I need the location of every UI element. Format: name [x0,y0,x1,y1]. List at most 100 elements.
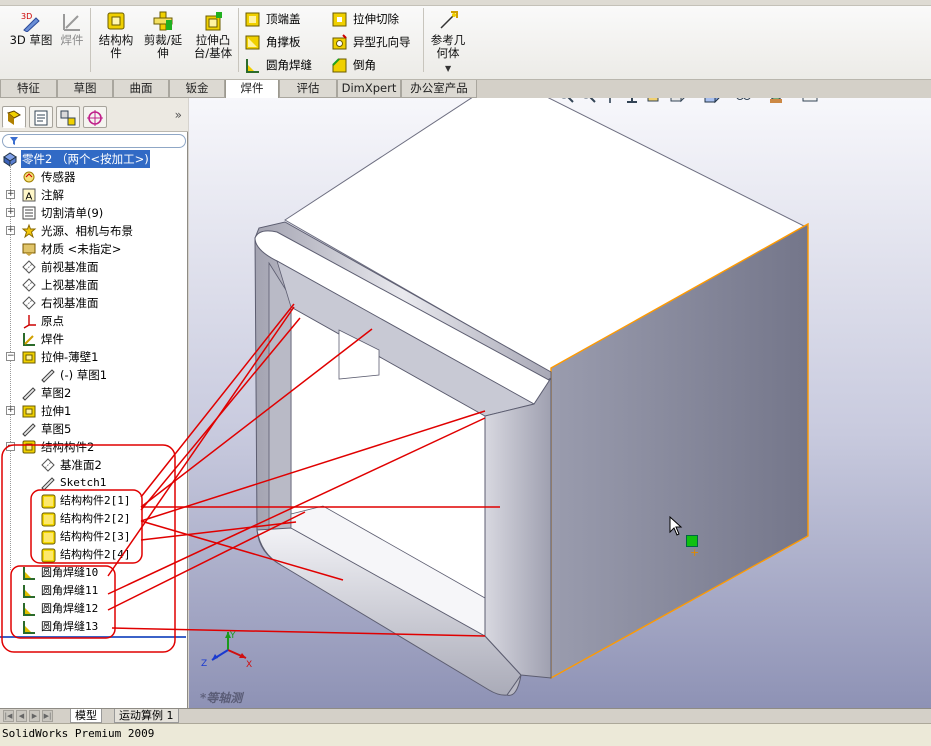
zoom-to-area-icon[interactable] [579,98,597,104]
chamfer-button[interactable]: 倒角 [331,55,376,75]
hole-wizard-icon [332,34,347,50]
sketch-icon [41,369,55,383]
reference-geometry-dropdown-icon[interactable]: ▼ [445,64,451,73]
collapse-icon[interactable]: − [6,442,15,451]
hole-wizard-button[interactable]: 异型孔向导 [331,32,411,52]
end-cap-button[interactable]: 顶端盖 [244,9,301,29]
plane-icon [22,260,36,274]
model-view[interactable] [189,98,931,708]
light-icon [21,223,37,239]
view-orientation-icon[interactable] [645,98,663,104]
tree-item-label: 草图2 [41,386,72,400]
tab-evaluate[interactable]: 评估 [279,80,337,98]
dropdown-icon[interactable]: ▼ [687,98,693,99]
sensor-icon [23,171,35,183]
extruded-boss-button[interactable]: 拉伸凸 台/基体 [191,10,235,60]
first-tab-arrow-icon[interactable]: |◀ [3,710,14,722]
cube-display-icon[interactable] [703,98,721,104]
weldment-icon [63,14,80,31]
featuremanager-tab[interactable] [2,106,26,128]
next-tab-arrow-icon[interactable]: ▶ [29,710,40,722]
graphics-area[interactable]: ▼ ▼ ▼ ▼ ▼ [189,98,931,708]
dimxpertmanager-tab[interactable] [83,106,107,128]
section-view-icon[interactable] [623,98,641,104]
chamfer-icon [332,58,347,73]
3d-sketch-button[interactable]: 3D 3D 草图 [8,10,54,47]
structural-member-icon [107,12,125,30]
dropdown-icon[interactable]: ▼ [819,98,825,99]
tab-office-products[interactable]: 办公室产品 [401,80,477,98]
display-style-icon[interactable] [669,98,687,104]
status-text: SolidWorks Premium 2009 [2,727,155,740]
reference-geometry-label-2: 何体 [436,46,460,60]
tree-item-label: 基准面2 [60,458,102,472]
extrude-feature-icon [22,351,36,364]
tab-weldments[interactable]: 焊件 [225,80,279,99]
hole-wizard-label: 异型孔向导 [353,35,411,49]
expand-panel-icon[interactable]: » [175,108,182,122]
tree-item-label: 右视基准面 [41,296,99,310]
tab-motion-study[interactable]: 运动算例 1 [114,709,179,723]
tab-sheet-metal[interactable]: 钣金 [169,80,225,98]
tab-sketch[interactable]: 草图 [57,80,113,98]
ribbon-separator [238,8,239,72]
mouse-pointer-icon [669,516,683,536]
reference-geometry-button[interactable]: 参考几 何体 [428,10,468,60]
zoom-to-fit-icon[interactable] [557,98,575,104]
dropdown-icon[interactable]: ▼ [785,98,791,99]
expand-icon[interactable]: + [6,406,15,415]
previous-view-icon[interactable] [601,98,619,104]
configurationmanager-tab[interactable] [56,106,80,128]
tree-item-label: 传感器 [41,170,76,184]
fillet-bead-button[interactable]: 圆角焊缝 [244,55,312,75]
solid-body-icon [41,512,56,527]
chamfer-label: 倒角 [353,58,376,72]
cut-list-icon [22,206,36,220]
trim-extend-button[interactable]: 剪裁/延 伸 [141,10,185,60]
weldment-button[interactable]: 焊件 [58,10,86,47]
fillet-bead-icon [23,585,35,598]
bottom-tab-bar: |◀ ◀ ▶ ▶| 模型 运动算例 1 [0,708,931,723]
tab-model[interactable]: 模型 [70,709,102,723]
appearance-icon[interactable] [767,98,785,104]
snap-plus-icon: + [690,546,700,559]
coordinate-triad: Y X Z [200,628,260,673]
view-orientation-label: *等轴测 [200,691,243,705]
heads-up-view-toolbar: ▼ ▼ ▼ ▼ ▼ [557,98,837,106]
tree-item-label: 拉伸-薄壁1 [41,350,99,364]
propertymanager-icon [34,110,48,126]
tree-item-label: 圆角焊缝12 [41,602,99,615]
structural-member-icon [22,440,36,454]
dropdown-icon[interactable]: ▼ [753,98,759,99]
structural-member-button[interactable]: 结构构 件 [96,10,136,60]
plane-icon [22,296,36,310]
hide-show-items-icon[interactable] [735,98,753,104]
dimxpert-icon [87,110,103,126]
gusset-button[interactable]: 角撑板 [244,32,301,52]
triad-y-label: Y [229,631,236,641]
tree-item-label: 结构构件2 [41,440,95,454]
propertymanager-tab[interactable] [29,106,53,128]
last-tab-arrow-icon[interactable]: ▶| [42,710,53,722]
tree-filter-bar[interactable] [2,134,186,148]
dropdown-icon[interactable]: ▼ [721,98,727,99]
tab-features[interactable]: 特征 [0,80,57,98]
tab-surfaces[interactable]: 曲面 [113,80,169,98]
material-icon [22,243,36,256]
extruded-cut-button[interactable]: 拉伸切除 [331,9,399,29]
tab-dimxpert[interactable]: DimXpert [337,80,401,98]
tree-item-label: 原点 [41,314,64,328]
collapse-icon[interactable]: − [6,352,15,361]
fillet-bead-icon [23,621,35,634]
end-cap-label: 顶端盖 [266,12,301,26]
panel-splitter[interactable] [0,636,186,638]
prev-tab-arrow-icon[interactable]: ◀ [16,710,27,722]
expand-icon[interactable]: + [6,190,15,199]
sketch-icon [41,477,55,491]
expand-icon[interactable]: + [6,208,15,217]
tree-item-label: 拉伸1 [41,404,72,418]
title-strip [0,0,931,6]
tree-item-label: (-) 草图1 [60,368,108,382]
expand-icon[interactable]: + [6,226,15,235]
scene-icon[interactable] [801,98,819,104]
